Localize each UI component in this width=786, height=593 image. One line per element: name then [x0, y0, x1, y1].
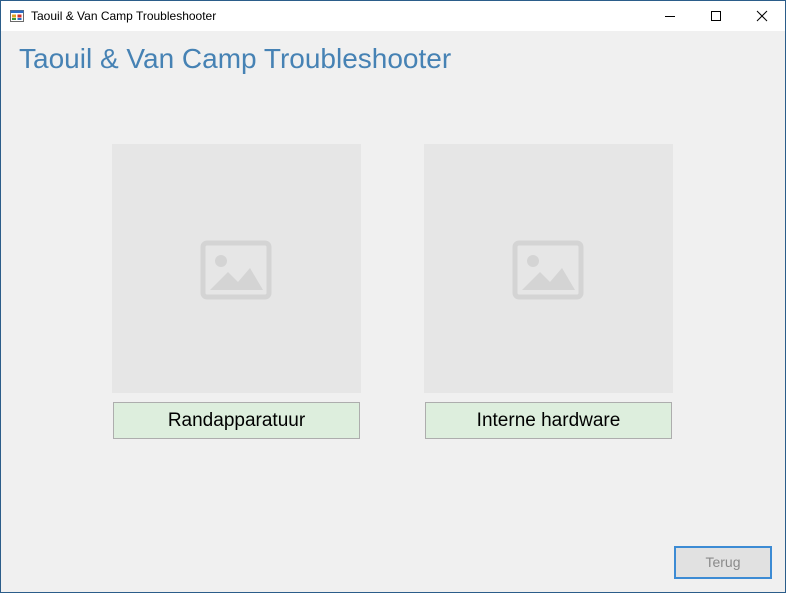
- peripherals-button[interactable]: Randapparatuur: [113, 402, 360, 439]
- app-window-icon: [10, 10, 24, 22]
- title-bar[interactable]: Taouil & Van Camp Troubleshooter: [1, 1, 785, 31]
- back-button[interactable]: Terug: [674, 546, 772, 579]
- maximize-button[interactable]: [693, 1, 739, 31]
- close-icon: [756, 10, 768, 22]
- minimize-button[interactable]: [647, 1, 693, 31]
- peripherals-image[interactable]: [112, 144, 361, 393]
- window-title: Taouil & Van Camp Troubleshooter: [31, 9, 217, 23]
- app-window: Taouil & Van Camp Troubleshooter Taouil …: [0, 0, 786, 593]
- internal-hardware-image[interactable]: [424, 144, 673, 393]
- minimize-icon: [665, 16, 675, 17]
- image-placeholder-icon: [200, 240, 272, 300]
- maximize-icon: [711, 11, 721, 21]
- close-button[interactable]: [739, 1, 785, 31]
- image-placeholder-icon: [512, 240, 584, 300]
- page-title: Taouil & Van Camp Troubleshooter: [19, 43, 452, 74]
- internal-hardware-button[interactable]: Interne hardware: [425, 402, 672, 439]
